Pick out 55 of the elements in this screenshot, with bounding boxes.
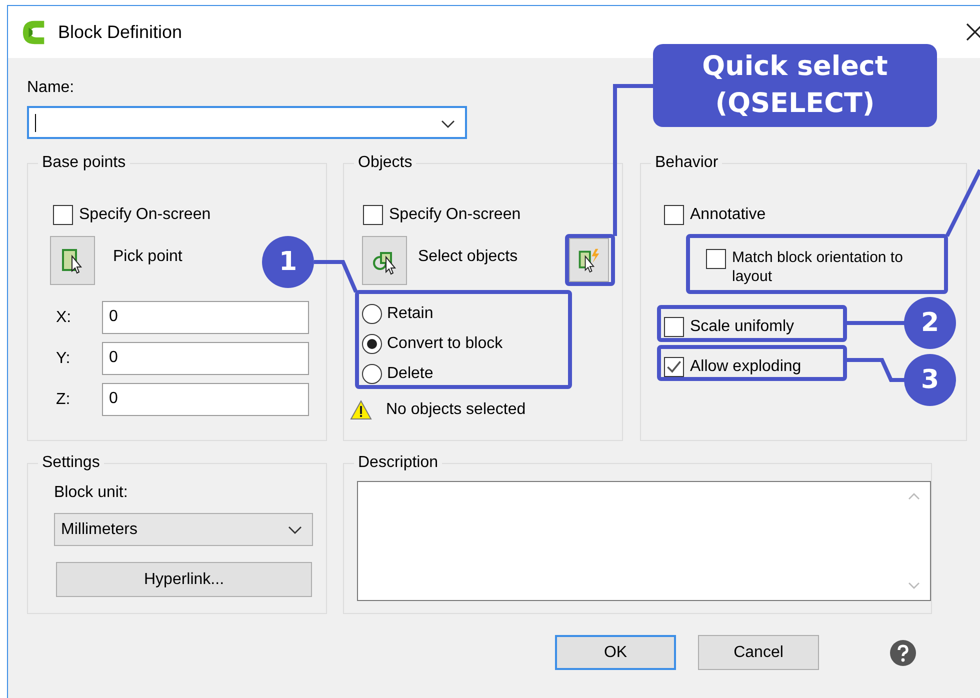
text-cursor <box>35 114 36 132</box>
window-title: Block Definition <box>58 22 182 42</box>
leader-line <box>945 169 980 237</box>
checkbox[interactable] <box>664 317 684 337</box>
checkbox-label: Specify On-screen <box>79 206 211 224</box>
close-icon[interactable] <box>966 23 980 41</box>
block-unit-dropdown[interactable]: Millimeters <box>54 513 313 546</box>
group-title: Base points <box>38 153 130 173</box>
group-title: Description <box>354 453 442 473</box>
dialog-button[interactable]: OK <box>555 635 676 670</box>
checkbox-label: Allow exploding <box>690 358 802 376</box>
checkbox-label: Scale unifomly <box>690 318 794 336</box>
select-objects-label: Select objects <box>418 247 519 267</box>
select-objects-button[interactable] <box>362 236 407 285</box>
coordinate-field[interactable]: 0 <box>102 342 309 375</box>
name-label: Name: <box>27 78 76 98</box>
cursor-lightning-icon <box>577 247 601 273</box>
checkbox-label: Annotative <box>690 206 766 224</box>
group-title: Objects <box>354 153 416 173</box>
pick-point-button[interactable] <box>50 236 95 285</box>
coordinate-label: X: <box>56 308 72 326</box>
checkbox[interactable] <box>706 249 726 269</box>
pick-point-label: Pick point <box>113 247 182 267</box>
radio-button[interactable] <box>362 364 382 384</box>
chevron-down-icon <box>288 526 302 534</box>
radio-button[interactable] <box>362 304 382 324</box>
warning-message: No objects selected <box>386 401 526 419</box>
quick-select-button[interactable] <box>569 238 609 282</box>
coordinate-field[interactable]: 0 <box>102 301 309 334</box>
checkbox[interactable] <box>53 205 73 225</box>
callout-label: Quick select (QSELECT) <box>653 44 937 127</box>
callout-frame <box>565 234 615 286</box>
radio-label: Delete <box>387 365 434 383</box>
chevron-down-icon <box>441 120 455 128</box>
checkbox-label: Match block orientation to layout <box>732 248 904 286</box>
group-title: Settings <box>38 453 104 473</box>
radio-button[interactable] <box>362 334 382 354</box>
block-unit-label: Block unit: <box>54 483 128 503</box>
coordinate-field[interactable]: 0 <box>102 383 309 416</box>
dialog-button[interactable]: Cancel <box>698 635 819 670</box>
coordinate-label: Y: <box>56 350 72 368</box>
help-icon[interactable] <box>889 638 917 666</box>
checkbox[interactable] <box>664 205 684 225</box>
radio-label: Convert to block <box>387 335 503 353</box>
warning-icon <box>350 400 372 420</box>
radio-label: Retain <box>387 305 434 323</box>
hyperlink-button[interactable]: Hyperlink... <box>56 562 312 597</box>
checkbox[interactable] <box>664 357 684 377</box>
checkbox[interactable] <box>363 205 383 225</box>
leader-line <box>846 358 905 382</box>
leader-line <box>314 260 358 293</box>
coordinate-label: Z: <box>56 390 72 408</box>
leader-line <box>846 321 905 325</box>
checkbox-label: Specify On-screen <box>389 206 521 224</box>
name-field[interactable] <box>27 106 467 139</box>
